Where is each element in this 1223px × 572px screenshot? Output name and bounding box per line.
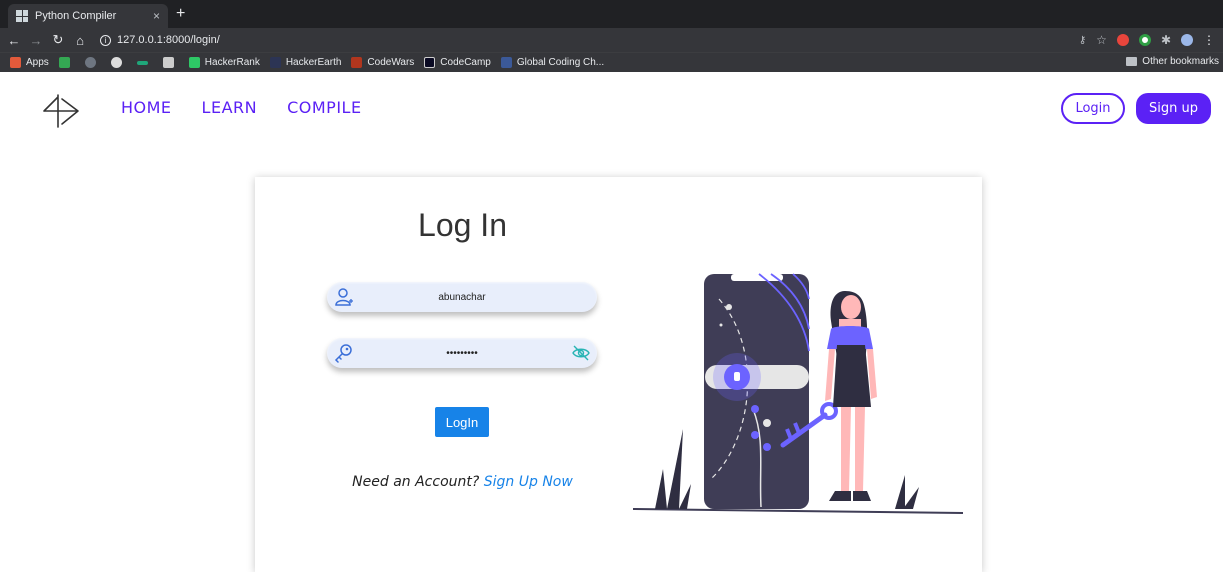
browser-tab-strip: Python Compiler × +	[0, 0, 1223, 28]
other-bookmarks[interactable]: Other bookmarks	[1126, 56, 1219, 67]
extensions-area: ⚷ ☆ ✱ ⋮	[1079, 33, 1215, 47]
back-icon[interactable]: ←	[6, 33, 22, 48]
tab-close-icon[interactable]: ×	[153, 9, 160, 23]
user-icon	[335, 288, 353, 306]
codewars-icon	[351, 57, 363, 68]
bookmark-favicon-icon	[58, 57, 70, 68]
github-icon	[84, 57, 96, 68]
bookmark-favicon-icon	[136, 60, 148, 65]
signup-now-link[interactable]: Sign Up Now	[484, 474, 573, 490]
username-field[interactable]	[327, 282, 597, 312]
hackerearth-icon	[269, 57, 281, 68]
site-navbar: HOME LEARN COMPILE Login Sign up	[0, 72, 1223, 144]
tab-favicon-icon	[16, 10, 28, 22]
logo-icon[interactable]	[42, 94, 80, 128]
browser-menu-icon[interactable]: ⋮	[1203, 33, 1215, 47]
extension-green-icon[interactable]	[1138, 34, 1151, 46]
bookmark-favicon-icon	[110, 57, 122, 68]
apps-grid-icon	[10, 57, 21, 68]
nav-learn[interactable]: LEARN	[202, 98, 258, 117]
profile-avatar-icon[interactable]	[1181, 34, 1193, 46]
signup-prompt: Need an Account? Sign Up Now	[255, 474, 670, 490]
password-input[interactable]	[327, 338, 597, 368]
bookmarks-bar: Apps HackerRank HackerEarth CodeWars Cod…	[0, 52, 1223, 72]
bookmark-global-coding[interactable]: Global Coding Ch...	[500, 57, 604, 68]
bookmark-codecamp[interactable]: CodeCamp	[424, 57, 491, 68]
nav-compile[interactable]: COMPILE	[287, 98, 361, 117]
bookmark-icon-5[interactable]	[162, 57, 179, 68]
codecamp-icon	[424, 57, 436, 68]
bookmark-hackerrank[interactable]: HackerRank	[188, 57, 260, 68]
signup-button[interactable]: Sign up	[1136, 93, 1211, 124]
page-title: Log In	[418, 207, 507, 243]
url-text: 127.0.0.1:8000/login/	[117, 34, 220, 46]
bookmark-codewars[interactable]: CodeWars	[351, 57, 414, 68]
info-icon[interactable]: i	[100, 34, 111, 46]
login-card: Log In LogIn Need an Account? Sign Up No…	[255, 177, 982, 572]
browser-toolbar: ← → ↻ ⌂ i 127.0.0.1:8000/login/ ⚷ ☆ ✱ ⋮	[0, 28, 1223, 52]
key-icon	[334, 344, 352, 363]
global-coding-icon	[500, 57, 512, 68]
signup-prompt-text: Need an Account?	[352, 474, 480, 490]
password-key-icon[interactable]: ⚷	[1079, 35, 1086, 46]
illustration	[633, 273, 963, 514]
bookmark-apps[interactable]: Apps	[10, 57, 49, 68]
ground-line	[633, 508, 963, 514]
login-button[interactable]: Login	[1061, 93, 1125, 124]
username-input[interactable]	[327, 282, 597, 312]
bookmark-hackerearth[interactable]: HackerEarth	[269, 57, 341, 68]
woman-figure	[825, 291, 877, 501]
hackerrank-icon	[188, 57, 200, 68]
bookmark-icon-3[interactable]	[110, 57, 127, 68]
reload-icon[interactable]: ↻	[50, 32, 66, 48]
browser-tab[interactable]: Python Compiler ×	[8, 4, 168, 28]
bookmark-favicon-icon	[162, 57, 174, 68]
bookmark-github[interactable]	[84, 57, 101, 68]
extension-red-icon[interactable]	[1116, 34, 1129, 46]
new-tab-button[interactable]: +	[176, 5, 185, 23]
nav-home[interactable]: HOME	[121, 98, 172, 117]
address-bar[interactable]: i 127.0.0.1:8000/login/	[100, 34, 220, 46]
login-submit-button[interactable]: LogIn	[435, 407, 489, 437]
nav-links: HOME LEARN COMPILE	[121, 98, 362, 117]
bookmark-icon-1[interactable]	[58, 57, 75, 68]
home-icon[interactable]: ⌂	[72, 33, 88, 48]
extensions-puzzle-icon[interactable]: ✱	[1161, 33, 1171, 47]
password-field[interactable]	[327, 338, 597, 368]
bookmark-icon-4[interactable]	[136, 60, 153, 65]
tab-title: Python Compiler	[35, 10, 117, 22]
folder-icon	[1126, 57, 1138, 66]
eye-off-icon[interactable]	[572, 344, 590, 362]
forward-icon[interactable]: →	[28, 33, 44, 48]
bookmark-star-icon[interactable]: ☆	[1096, 33, 1107, 47]
